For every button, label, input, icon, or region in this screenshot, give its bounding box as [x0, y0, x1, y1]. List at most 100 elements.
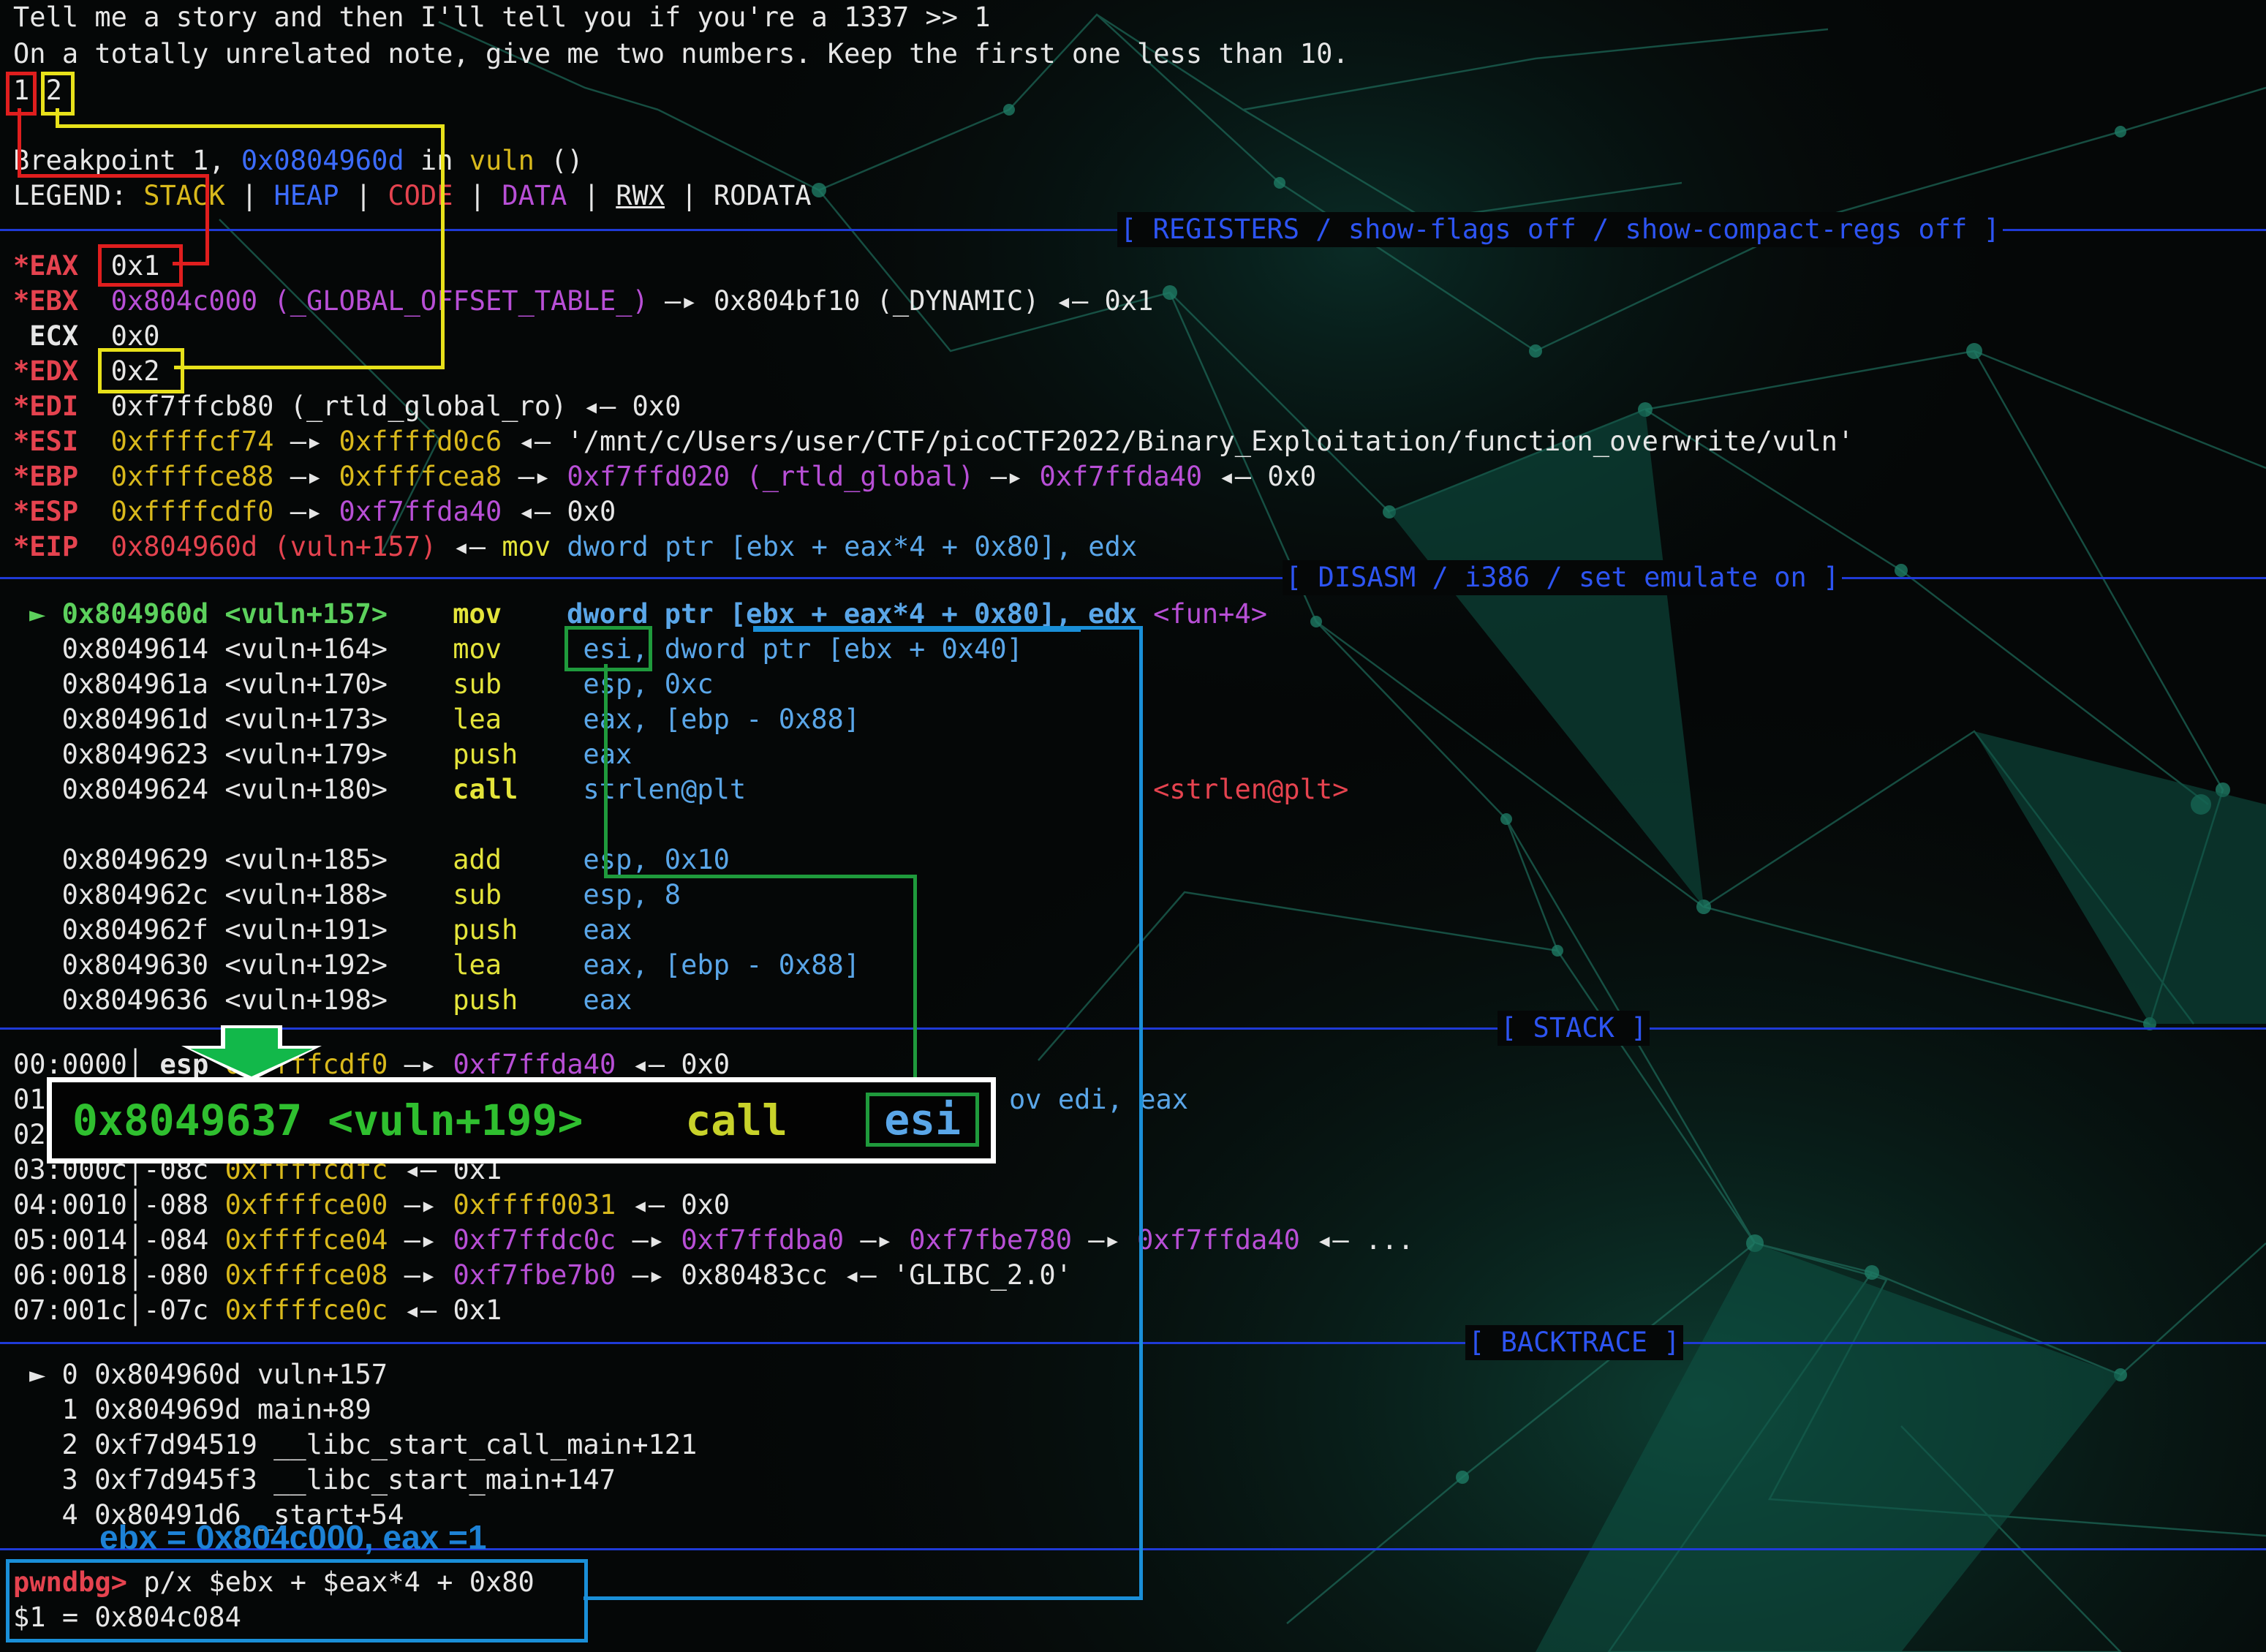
stack-address: 0xffffce04: [224, 1224, 388, 1256]
register-value: 0x804960d (vuln+157): [110, 531, 437, 562]
backtrace-separator: [0, 1342, 2266, 1344]
red-connector: [18, 174, 209, 178]
address-expression-underline: [753, 626, 1081, 632]
arrow: —▸: [974, 461, 1040, 492]
legend-pipe: |: [339, 180, 388, 211]
stack-offset: -07c: [143, 1294, 209, 1326]
disasm-line[interactable]: 0x804962c <vuln+188> sub esp, 8: [29, 878, 681, 913]
disasm-address: 0x804962f <vuln+191>: [61, 914, 388, 946]
arrow: ◂—: [388, 1294, 453, 1326]
arrow: —▸: [388, 1224, 453, 1256]
marker: [29, 704, 45, 735]
disasm-line[interactable]: 0x8049624 <vuln+180> call strlen@plt <st…: [29, 772, 1349, 807]
register-name: *ESI: [13, 426, 79, 457]
register-value: 0xffffce88: [110, 461, 274, 492]
blue-connector: [584, 1596, 1143, 1600]
legend-data: DATA: [502, 180, 567, 211]
stack-offset: -080: [143, 1259, 209, 1291]
disasm-op: mov: [453, 633, 502, 665]
disasm-line[interactable]: 0x8049630 <vuln+192> lea eax, [ebp - 0x8…: [29, 948, 861, 983]
register-name: *EBX: [13, 285, 79, 317]
stack-index: 02: [13, 1119, 46, 1150]
marker: [29, 739, 45, 770]
stack-row: 01: [13, 1082, 46, 1117]
red-connector: [18, 108, 21, 176]
disasm-line[interactable]: 0x804961d <vuln+173> lea eax, [ebp - 0x8…: [29, 702, 861, 737]
callout-register: esi: [866, 1093, 979, 1147]
disasm-line[interactable]: 0x8049614 <vuln+164> mov esi, dword ptr …: [29, 632, 1023, 667]
current-instruction-marker: ►: [29, 598, 46, 630]
pointer-target: 0x0: [567, 496, 616, 527]
green-connector: [913, 875, 917, 1091]
disasm-address: 0x8049624 <vuln+180>: [61, 774, 388, 805]
backtrace-frame[interactable]: 1 0x804969d main+89: [29, 1392, 371, 1427]
pointer-target: 0x0: [632, 391, 681, 422]
disasm-address: 0x804960d <vuln+157>: [61, 598, 388, 630]
arrow: —▸: [273, 461, 339, 492]
register-name: *EDI: [13, 391, 79, 422]
stack-address: 0xffffce00: [224, 1189, 388, 1221]
arrow: —▸: [616, 1259, 681, 1291]
pointer-target: 0x1: [453, 1294, 502, 1326]
marker: [29, 774, 45, 805]
blue-connector: [1139, 626, 1143, 1600]
legend-line: LEGEND: STACK | HEAP | CODE | DATA | RWX…: [13, 178, 812, 214]
stack-separator: [0, 1027, 2266, 1030]
breakpoint-address: 0x0804960d: [241, 145, 404, 176]
register-ebp: *EBP 0xffffce88 —▸ 0xffffcea8 —▸ 0xf7ffd…: [13, 459, 1316, 494]
arrow: —▸: [1072, 1224, 1138, 1256]
register-name: *EAX: [13, 250, 79, 282]
stack-offset: -084: [143, 1224, 209, 1256]
legend-stack: STACK: [143, 180, 225, 211]
pointer-target: 0xf7ffda40: [1137, 1224, 1300, 1256]
marker: [29, 844, 45, 875]
arrow: ◂—: [502, 426, 567, 457]
stack-row-tail-text: ov edi, eax: [1009, 1084, 1189, 1115]
backtrace-frame[interactable]: ► 0 0x804960d vuln+157: [29, 1357, 388, 1392]
arrow: —▸: [844, 1224, 910, 1256]
disasm-annotation: <fun+4>: [1153, 598, 1268, 630]
eax-value-highlight: [98, 244, 183, 287]
yellow-connector: [174, 366, 445, 369]
registers-header: [ REGISTERS / show-flags off / show-comp…: [1117, 212, 2003, 247]
disasm-op: mov: [453, 598, 502, 630]
stack-index: 06:0018: [13, 1259, 127, 1291]
backtrace-frame[interactable]: 3 0xf7d945f3 __libc_start_main+147: [29, 1463, 616, 1498]
disasm-op: push: [453, 739, 518, 770]
register-value: 0xffffcf74: [110, 426, 274, 457]
disasm-line[interactable]: 0x8049636 <vuln+198> push eax: [29, 983, 632, 1018]
marker: [29, 633, 45, 665]
disasm-args: eax: [583, 914, 632, 946]
disasm-line[interactable]: 0x804962f <vuln+191> push eax: [29, 913, 632, 948]
disasm-line[interactable]: 0x8049623 <vuln+179> push eax: [29, 737, 632, 772]
legend-rwx: RWX: [616, 180, 665, 211]
stack-index: 05:0014: [13, 1224, 127, 1256]
arrow: —▸: [616, 1224, 681, 1256]
disasm-line[interactable]: 0x8049629 <vuln+185> add esp, 0x10: [29, 842, 730, 878]
backtrace-frame-text: ► 0 0x804960d vuln+157: [29, 1359, 388, 1390]
register-name: *EDX: [13, 355, 79, 387]
disasm-args: esp, 0xc: [583, 668, 714, 700]
pointer-target: 0x0: [681, 1049, 730, 1080]
stack-index: 07:001c: [13, 1294, 127, 1326]
arrow: ◂—: [567, 391, 632, 422]
legend-pipe: |: [665, 180, 714, 211]
disasm-op: push: [453, 984, 518, 1016]
disasm-line[interactable]: 0x804961a <vuln+170> sub esp, 0xc: [29, 667, 714, 702]
register-name: ECX: [13, 320, 79, 352]
disasm-address: 0x804961a <vuln+170>: [61, 668, 388, 700]
instruction-args: , edx: [1055, 531, 1138, 562]
arrow: ◂—: [1202, 461, 1268, 492]
register-value: 0xf7ffcb80 (_rtld_global_ro): [110, 391, 567, 422]
legend-heap: HEAP: [273, 180, 339, 211]
instruction-args: [ebx + eax*4 + 0x80]: [730, 531, 1056, 562]
pointer-target: 0xffff0031: [453, 1189, 616, 1221]
stack-row: 02: [13, 1117, 46, 1153]
instruction-args: dword ptr: [567, 531, 714, 562]
backtrace-frame[interactable]: 2 0xf7d94519 __libc_start_call_main+121: [29, 1427, 698, 1463]
stack-index: 04:0010: [13, 1189, 127, 1221]
output-line-1: Tell me a story and then I'll tell you i…: [13, 0, 991, 35]
register-name: *ESP: [13, 496, 79, 527]
register-ebx: *EBX 0x804c000 (_GLOBAL_OFFSET_TABLE_) —…: [13, 284, 1153, 319]
backtrace-header: [ BACKTRACE ]: [1465, 1325, 1683, 1360]
